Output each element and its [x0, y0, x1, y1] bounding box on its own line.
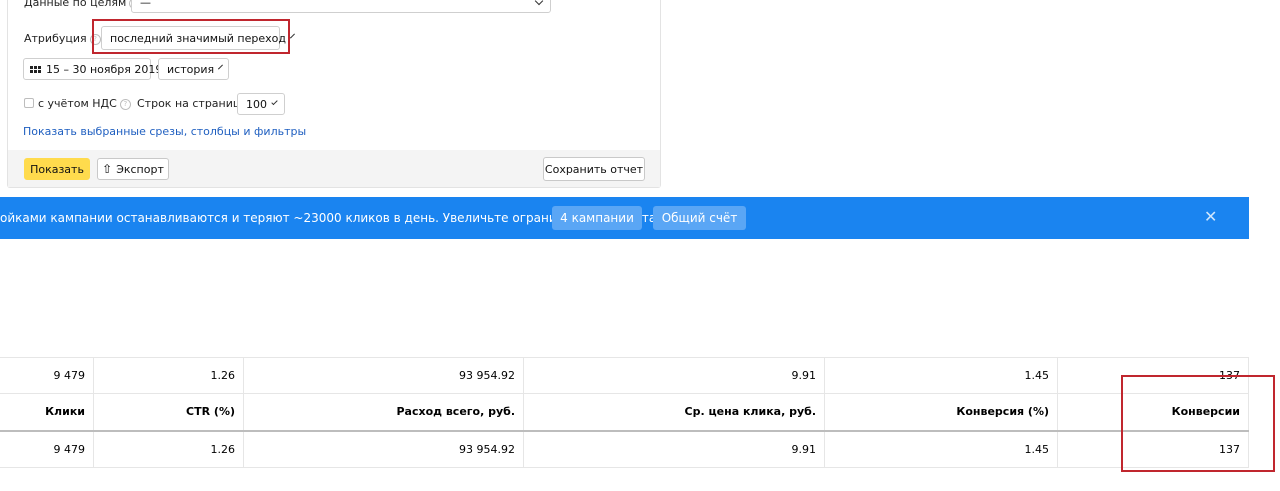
chevron-down-icon	[218, 64, 224, 70]
history-select-value: история	[167, 62, 215, 76]
cell-spend: 93 954.92	[244, 432, 524, 467]
cell-avg-cpc: 9.91	[524, 432, 825, 467]
table-total-row: 9 479 1.26 93 954.92 9.91 1.45 137	[0, 357, 1249, 394]
table-row: 9 479 1.26 93 954.92 9.91 1.45 137	[0, 432, 1249, 468]
chevron-down-icon	[534, 0, 544, 5]
save-report-button[interactable]: Сохранить отчет	[543, 157, 645, 181]
close-icon[interactable]: ✕	[1204, 209, 1217, 225]
highlight-frame	[1121, 375, 1275, 472]
history-select[interactable]: история	[158, 58, 229, 80]
attribution-select[interactable]: последний значимый переход	[101, 26, 295, 50]
upload-icon: ⇧	[102, 162, 113, 176]
attribution-select-value: последний значимый переход	[110, 31, 286, 45]
column-header-avg-cpc[interactable]: Ср. цена клика, руб.	[524, 393, 825, 430]
shared-account-button[interactable]: Общий счёт	[653, 206, 746, 230]
vat-checkbox[interactable]	[24, 98, 34, 108]
campaigns-button[interactable]: 4 кампании	[552, 206, 642, 230]
goals-label: Данные по целям?	[24, 0, 141, 9]
total-ctr: 1.26	[94, 358, 244, 393]
column-header-spend[interactable]: Расход всего, руб.	[244, 393, 524, 430]
rows-per-page-value: 100	[246, 97, 267, 111]
chevron-down-icon	[271, 98, 278, 106]
total-clicks: 9 479	[0, 358, 94, 393]
export-button[interactable]: ⇧ Экспорт	[97, 158, 169, 180]
vat-label: с учётом НДС?	[38, 97, 131, 110]
total-conversion-rate: 1.45	[825, 358, 1058, 393]
goals-select-value: —	[140, 0, 151, 9]
calendar-icon	[30, 65, 41, 73]
rows-per-page-select[interactable]: 100	[237, 93, 285, 115]
show-button[interactable]: Показать	[24, 158, 90, 180]
total-avg-cpc: 9.91	[524, 358, 825, 393]
goals-select[interactable]: —	[131, 0, 551, 13]
attribution-label: Атрибуция?	[24, 32, 101, 45]
rows-per-page-label: Строк на странице	[137, 97, 248, 110]
column-header-ctr[interactable]: CTR (%)	[94, 393, 244, 430]
table-header-row: Клики CTR (%) Расход всего, руб. Ср. цен…	[0, 393, 1249, 432]
column-header-clicks[interactable]: Клики	[0, 393, 94, 430]
show-selected-link[interactable]: Показать выбранные срезы, столбцы и филь…	[23, 125, 306, 138]
total-spend: 93 954.92	[244, 358, 524, 393]
column-header-conversion-rate[interactable]: Конверсия (%)	[825, 393, 1058, 430]
export-button-label: Экспорт	[116, 162, 164, 176]
cell-ctr: 1.26	[94, 432, 244, 467]
date-range-value: 15 – 30 ноября 2019	[46, 62, 163, 76]
date-range-picker[interactable]: 15 – 30 ноября 2019	[23, 58, 162, 80]
cell-clicks: 9 479	[0, 432, 94, 467]
cell-conversion-rate: 1.45	[825, 432, 1058, 467]
help-icon[interactable]: ?	[119, 99, 131, 110]
